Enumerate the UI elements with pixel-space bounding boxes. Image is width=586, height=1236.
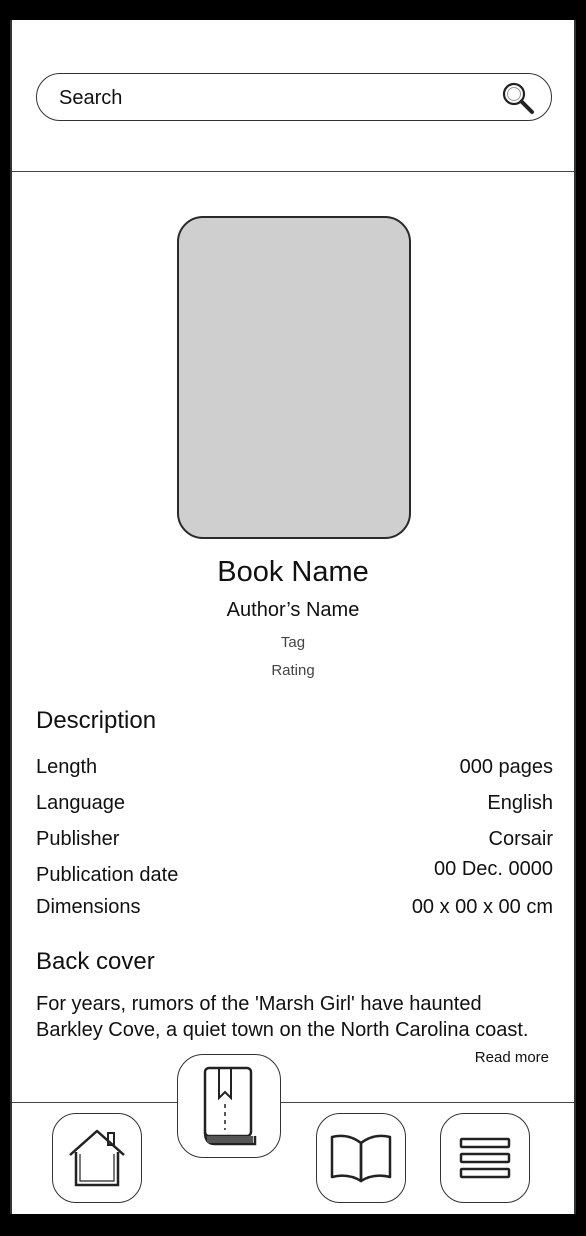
search-input[interactable]: Search xyxy=(59,87,122,110)
back-cover-line: Barkley Cove, a quiet town on the North … xyxy=(36,1019,529,1041)
header-divider xyxy=(12,171,574,172)
book-cover-image[interactable] xyxy=(177,216,411,539)
home-icon xyxy=(69,1129,125,1187)
nav-library-button[interactable] xyxy=(177,1054,281,1158)
detail-row-dimensions: Dimensions 00 x 00 x 00 cm xyxy=(36,896,553,922)
search-bar[interactable]: Search xyxy=(36,73,552,121)
read-more-link[interactable]: Read more xyxy=(475,1049,549,1066)
detail-row-publication-date: Publication date 00 Dec. 0000 xyxy=(36,858,553,890)
back-cover-heading: Back cover xyxy=(36,948,155,975)
nav-home-button[interactable] xyxy=(52,1113,142,1203)
nav-menu-button[interactable] xyxy=(440,1113,530,1203)
book-tag[interactable]: Tag xyxy=(12,634,574,651)
detail-value: 000 pages xyxy=(459,756,553,778)
detail-label: Publication date xyxy=(36,864,179,886)
phone-screen: Search Book Name Author’s Name Tag Ratin… xyxy=(10,20,576,1214)
detail-value: 00 x 00 x 00 cm xyxy=(411,896,553,918)
back-cover-text: For years, rumors of the 'Marsh Girl' ha… xyxy=(36,991,556,1043)
menu-icon xyxy=(459,1137,511,1179)
book-title: Book Name xyxy=(217,556,369,588)
detail-row-publisher: Publisher Corsair xyxy=(36,828,553,854)
back-cover-line: For years, rumors of the 'Marsh Girl' ha… xyxy=(36,993,482,1015)
detail-label: Language xyxy=(36,792,125,814)
detail-label: Dimensions xyxy=(36,896,141,918)
open-book-icon xyxy=(330,1134,392,1183)
book-bookmark-icon xyxy=(203,1066,257,1146)
detail-row-language: Language English xyxy=(36,792,553,818)
author-name[interactable]: Author’s Name xyxy=(12,599,574,622)
description-heading: Description xyxy=(36,707,157,734)
detail-value: English xyxy=(487,792,553,814)
detail-value: Corsair xyxy=(488,828,553,850)
detail-label: Length xyxy=(36,756,98,778)
nav-reading-button[interactable] xyxy=(316,1113,406,1203)
search-icon[interactable] xyxy=(499,79,537,117)
detail-value: 00 Dec. 0000 xyxy=(434,858,553,880)
bottom-nav-divider xyxy=(12,1102,574,1103)
book-rating: Rating xyxy=(271,662,315,679)
detail-row-length: Length 000 pages xyxy=(36,756,553,782)
detail-label: Publisher xyxy=(36,828,120,850)
